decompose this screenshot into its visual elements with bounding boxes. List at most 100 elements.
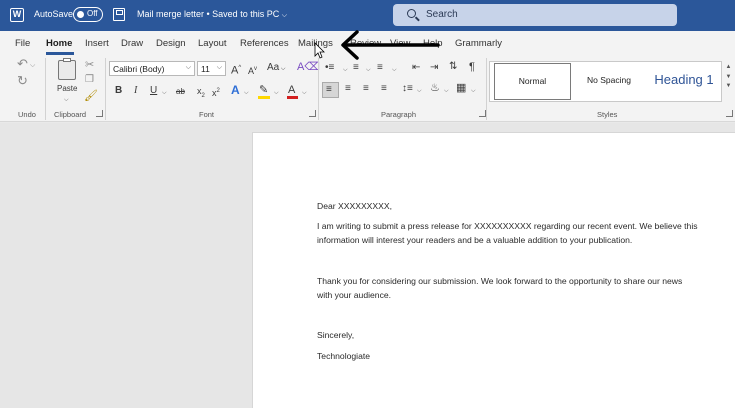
search-box[interactable]: Search bbox=[393, 4, 677, 26]
format-painter-icon[interactable]: 🖌 bbox=[84, 90, 98, 102]
redo-icon[interactable]: ↻ bbox=[17, 74, 28, 87]
increase-indent-icon[interactable]: ⇥ bbox=[430, 62, 438, 74]
font-name-select[interactable]: Calibri (Body) ⌵ bbox=[109, 61, 195, 76]
align-left-button[interactable]: ≡ bbox=[322, 82, 339, 98]
doc-para1-line2[interactable]: information will interest your readers a… bbox=[317, 233, 727, 248]
tab-draw[interactable]: Draw bbox=[121, 38, 143, 49]
clipboard-launcher-icon[interactable] bbox=[96, 110, 103, 117]
style-normal[interactable]: Normal bbox=[494, 63, 571, 100]
numbering-dropdown-icon[interactable]: ⌵ bbox=[366, 64, 371, 76]
paste-dropdown-icon[interactable]: ⌵ bbox=[64, 94, 69, 106]
multilevel-list-icon[interactable]: ≡ bbox=[377, 62, 383, 74]
decrease-indent-icon[interactable]: ⇤ bbox=[412, 62, 420, 74]
italic-button[interactable]: I bbox=[134, 85, 137, 97]
toggle-knob-icon bbox=[77, 11, 84, 18]
tab-grammarly[interactable]: Grammarly bbox=[455, 38, 502, 49]
tab-file[interactable]: File bbox=[15, 38, 30, 49]
styles-launcher-icon[interactable] bbox=[726, 110, 733, 117]
autosave-toggle[interactable]: Off bbox=[73, 7, 103, 22]
tab-layout[interactable]: Layout bbox=[198, 38, 227, 49]
tab-insert[interactable]: Insert bbox=[85, 38, 109, 49]
font-color-dropdown-icon[interactable]: ⌵ bbox=[302, 87, 307, 99]
doc-salutation[interactable]: Dear XXXXXXXXX, bbox=[317, 199, 727, 214]
strikethrough-button[interactable]: ab bbox=[176, 86, 185, 98]
font-size-value: 11 bbox=[201, 64, 210, 74]
bullets-dropdown-icon[interactable]: ⌵ bbox=[343, 64, 348, 76]
chevron-down-icon: ⌵ bbox=[185, 64, 191, 71]
styles-more-icon[interactable]: ▼ bbox=[723, 83, 734, 89]
autosave-state: Off bbox=[87, 9, 98, 18]
group-label-paragraph: Paragraph bbox=[381, 110, 417, 119]
underline-button[interactable]: U bbox=[150, 85, 157, 97]
borders-icon[interactable]: ▦ bbox=[456, 82, 466, 94]
line-spacing-dropdown-icon[interactable]: ⌵ bbox=[417, 85, 422, 97]
text-effects-dropdown-icon[interactable]: ⌵ bbox=[244, 87, 249, 99]
document-title[interactable]: Mail merge letter • Saved to this PC ⌵ bbox=[137, 9, 287, 20]
change-case-icon[interactable]: Aa ⌵ bbox=[267, 62, 285, 75]
shrink-font-icon[interactable]: Av bbox=[248, 63, 257, 77]
shading-dropdown-icon[interactable]: ⌵ bbox=[444, 85, 449, 97]
group-separator bbox=[486, 58, 487, 120]
document-page[interactable] bbox=[252, 132, 735, 408]
doc-closing[interactable]: Sincerely, bbox=[317, 328, 727, 343]
shading-icon[interactable]: ♨ bbox=[430, 82, 440, 94]
numbering-icon[interactable]: ≡ bbox=[353, 62, 359, 74]
tab-design[interactable]: Design bbox=[156, 38, 186, 49]
tab-review[interactable]: Review bbox=[350, 38, 381, 49]
superscript-button[interactable]: x2 bbox=[212, 85, 220, 99]
align-left-icon: ≡ bbox=[326, 84, 332, 95]
tab-help[interactable]: Help bbox=[423, 38, 443, 49]
group-separator bbox=[45, 58, 46, 120]
tab-references[interactable]: References bbox=[240, 38, 289, 49]
multilevel-dropdown-icon[interactable]: ⌵ bbox=[392, 64, 397, 76]
paragraph-launcher-icon[interactable] bbox=[479, 110, 486, 117]
chevron-up-icon[interactable]: ▲ bbox=[723, 64, 734, 70]
show-formatting-icon[interactable]: ¶ bbox=[469, 61, 475, 73]
text-effects-button[interactable]: A bbox=[231, 84, 240, 96]
style-heading-1[interactable]: Heading 1 bbox=[646, 63, 722, 100]
justify-icon[interactable]: ≡ bbox=[381, 83, 387, 95]
highlight-icon[interactable]: ✎ bbox=[259, 84, 268, 96]
font-name-value: Calibri (Body) bbox=[113, 64, 165, 74]
tab-home[interactable]: Home bbox=[46, 38, 72, 49]
bold-button[interactable]: B bbox=[115, 85, 122, 97]
subscript-button[interactable]: x2 bbox=[197, 85, 205, 102]
search-placeholder: Search bbox=[426, 9, 458, 20]
cut-icon[interactable]: ✂ bbox=[85, 59, 94, 71]
sort-icon[interactable]: ⇅ bbox=[449, 61, 457, 73]
tab-view[interactable]: View bbox=[390, 38, 410, 49]
font-size-select[interactable]: 11 ⌵ bbox=[197, 61, 226, 76]
underline-dropdown-icon[interactable]: ⌵ bbox=[162, 87, 167, 99]
undo-icon[interactable]: ↶ bbox=[17, 57, 28, 70]
doc-signature[interactable]: Technologiate bbox=[317, 349, 727, 364]
doc-para2-line2[interactable]: with your audience. bbox=[317, 288, 727, 303]
font-launcher-icon[interactable] bbox=[309, 110, 316, 117]
paste-icon[interactable] bbox=[58, 58, 76, 80]
font-color-button[interactable]: A bbox=[288, 84, 295, 96]
title-bar: W AutoSave Off Mail merge letter • Saved… bbox=[0, 0, 735, 31]
search-icon bbox=[407, 9, 416, 18]
borders-dropdown-icon[interactable]: ⌵ bbox=[471, 85, 476, 97]
undo-dropdown-icon[interactable]: ⌵ bbox=[30, 60, 35, 72]
styles-scroll[interactable]: ▲ ▼ ▼ bbox=[723, 61, 734, 102]
chevron-down-icon: ⌵ bbox=[281, 12, 288, 19]
doc-para1-line1[interactable]: I am writing to submit a press release f… bbox=[317, 219, 727, 234]
change-case-label: Aa bbox=[267, 62, 280, 73]
word-logo-icon: W bbox=[10, 8, 24, 22]
grow-font-icon[interactable]: A^ bbox=[231, 62, 241, 77]
align-center-icon[interactable]: ≡ bbox=[345, 83, 351, 95]
group-separator bbox=[318, 58, 319, 120]
align-right-icon[interactable]: ≡ bbox=[363, 83, 369, 95]
clear-formatting-icon[interactable]: A⌫ bbox=[297, 61, 320, 73]
tab-mailings[interactable]: Mailings bbox=[298, 38, 333, 49]
line-spacing-icon[interactable]: ↕≡ bbox=[402, 83, 413, 95]
save-icon[interactable] bbox=[113, 8, 125, 21]
highlight-dropdown-icon[interactable]: ⌵ bbox=[274, 87, 279, 99]
doc-para2-line1[interactable]: Thank you for considering our submission… bbox=[317, 274, 727, 289]
chevron-down-icon[interactable]: ▼ bbox=[723, 74, 734, 80]
style-no-spacing[interactable]: No Spacing bbox=[572, 63, 646, 100]
bullets-icon[interactable]: •≡ bbox=[325, 62, 334, 74]
style-normal-label: Normal bbox=[518, 76, 547, 86]
group-label-undo: Undo bbox=[18, 110, 36, 119]
copy-icon[interactable]: ❐ bbox=[85, 74, 94, 86]
